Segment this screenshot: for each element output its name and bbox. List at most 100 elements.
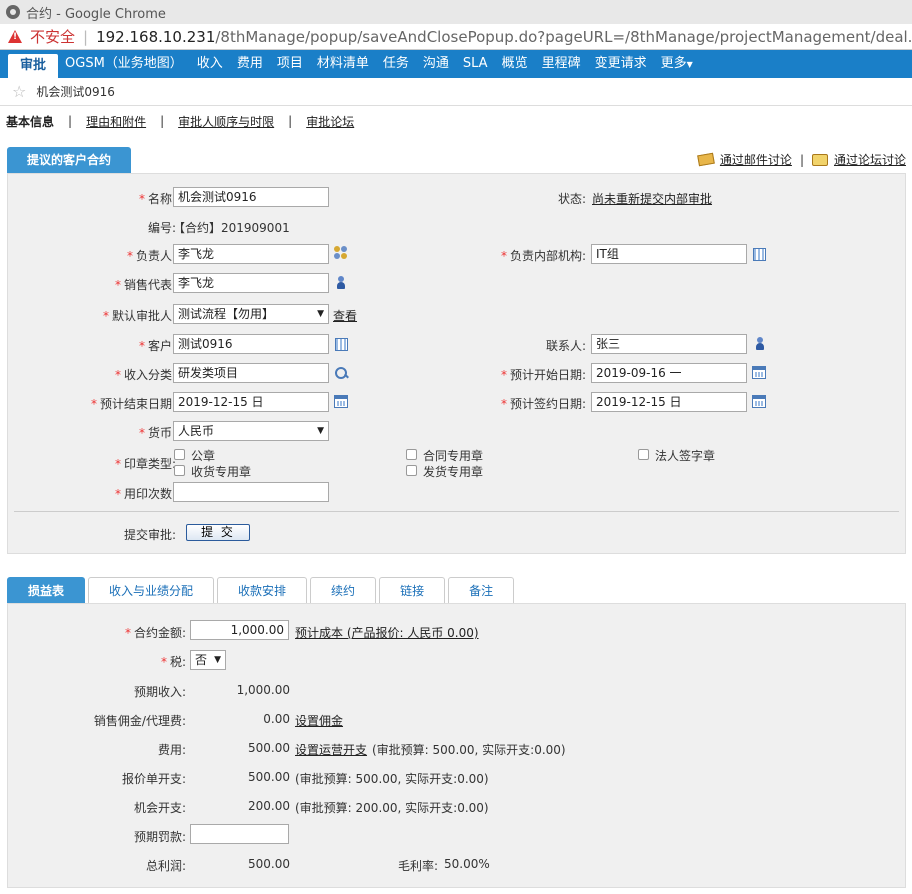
subnav-separator: |	[160, 114, 165, 128]
seal-receipt-label: 收货专用章	[191, 465, 252, 479]
name-label: * 名称:	[88, 190, 176, 207]
nav-item-overview[interactable]: 概览	[495, 50, 535, 78]
owner-input[interactable]: 李飞龙	[173, 244, 329, 264]
person-picker-icon[interactable]	[336, 276, 346, 290]
currency-select[interactable]: 人民币 ▼	[173, 421, 329, 441]
seal-shipping-checkbox[interactable]	[406, 465, 417, 476]
nav-item-task[interactable]: 任务	[376, 50, 416, 78]
view-approver-link[interactable]: 查看	[333, 307, 357, 324]
sign-date-input[interactable]: 2019-12-15 日	[591, 392, 747, 412]
tab-links[interactable]: 链接	[379, 577, 446, 603]
calendar-icon[interactable]	[752, 395, 766, 408]
browser-titlebar: 合约 - Google Chrome	[0, 0, 912, 24]
customer-picker-icon[interactable]	[335, 338, 348, 351]
approver-label-text: 默认审批人:	[111, 309, 176, 323]
nav-item-bom[interactable]: 材料清单	[310, 50, 376, 78]
owner-label-text: 负责人:	[135, 249, 176, 263]
tab-renewal[interactable]: 续约	[310, 577, 377, 603]
search-add-icon[interactable]	[335, 365, 350, 380]
tax-label-text: 税:	[169, 655, 186, 669]
nav-item-project[interactable]: 项目	[270, 50, 310, 78]
revcat-label-text: 收入分类:	[123, 368, 176, 382]
star-icon[interactable]: ☆	[12, 82, 26, 101]
revenue-value: 1,000.00	[236, 683, 290, 697]
seal-shipping-label: 发货专用章	[423, 465, 484, 479]
nav-item-sla[interactable]: SLA	[456, 50, 495, 78]
subnav-approval-forum[interactable]: 审批论坛	[306, 113, 354, 130]
amount-label: * 合约金额:	[88, 624, 186, 641]
nav-item-revenue[interactable]: 收入	[190, 50, 230, 78]
seal-type-label-text: 印章类型:	[123, 457, 176, 471]
dropdown-arrow-icon: ▼	[317, 426, 324, 436]
set-operating-expense-link[interactable]: 设置运营开支	[295, 741, 367, 758]
tab-proposed-contract[interactable]: 提议的客户合约	[7, 147, 132, 173]
start-date-input[interactable]: 2019-09-16 一	[591, 363, 747, 383]
contact-input[interactable]: 张三	[591, 334, 747, 354]
calendar-icon[interactable]	[334, 395, 348, 408]
gross-margin-value: 50.00%	[444, 857, 490, 871]
customer-label: * 客户:	[88, 337, 176, 354]
seal-contract-checkbox[interactable]	[406, 449, 417, 460]
owner-label: * 负责人:	[88, 247, 176, 264]
address-bar[interactable]: 不安全 | 192.168.10.231/8thManage/popup/sav…	[0, 24, 912, 50]
org-input[interactable]: IT组	[591, 244, 747, 264]
set-commission-link[interactable]: 设置佣金	[295, 712, 343, 729]
nav-item-milestone[interactable]: 里程碑	[535, 50, 588, 78]
required-mark: *	[138, 426, 145, 440]
security-label[interactable]: 不安全	[30, 26, 75, 47]
nav-item-ogsm[interactable]: OGSM（业务地图）	[58, 50, 190, 78]
approver-label: * 默认审批人:	[68, 307, 176, 324]
approver-select[interactable]: 测试流程【勿用】 ▼	[173, 304, 329, 324]
end-date-input[interactable]: 2019-12-15 日	[173, 392, 329, 412]
contact-picker-icon[interactable]	[755, 337, 765, 351]
url-text[interactable]: 192.168.10.231/8thManage/popup/saveAndCl…	[96, 28, 912, 46]
required-mark: *	[160, 655, 167, 669]
org-picker-icon[interactable]	[753, 248, 766, 261]
start-date-label-text: 预计开始日期:	[509, 368, 586, 382]
status-link[interactable]: 尚未重新提交内部审批	[592, 190, 712, 207]
seal-count-input[interactable]	[173, 482, 329, 502]
forum-icon	[811, 153, 828, 166]
submit-label: 提交审批:	[123, 528, 176, 542]
name-input[interactable]: 机会测试0916	[173, 187, 329, 207]
discuss-by-forum-link[interactable]: 通过论坛讨论	[834, 151, 906, 168]
seal-legal-rep-checkbox[interactable]	[638, 449, 649, 460]
tab-revenue-allocation[interactable]: 收入与业绩分配	[88, 577, 215, 603]
required-mark: *	[126, 249, 133, 263]
nav-item-more[interactable]: 更多▼	[654, 50, 700, 78]
tab-payment-schedule[interactable]: 收款安排	[217, 577, 308, 603]
nav-item-communication[interactable]: 沟通	[416, 50, 456, 78]
amount-input[interactable]: 1,000.00	[190, 620, 289, 640]
tax-select[interactable]: 否 ▼	[190, 650, 226, 670]
required-mark: *	[114, 457, 121, 471]
discuss-separator: |	[799, 152, 804, 167]
subnav-reason-attachments[interactable]: 理由和附件	[86, 113, 146, 130]
amount-label-text: 合约金额:	[133, 626, 186, 640]
nav-item-approval[interactable]: 审批	[8, 54, 59, 78]
estimated-cost-link[interactable]: 预计成本 (产品报价: 人民币 0.00)	[295, 624, 479, 641]
discuss-by-mail-link[interactable]: 通过邮件讨论	[720, 151, 792, 168]
subnav-approver-order[interactable]: 审批人顺序与时限	[178, 113, 274, 130]
revcat-input[interactable]: 研发类项目	[173, 363, 329, 383]
quote-expense-value: 500.00	[248, 770, 290, 784]
seal-type-label: * 印章类型:	[88, 455, 176, 472]
submit-button[interactable]: 提 交	[186, 524, 250, 541]
calendar-icon[interactable]	[752, 366, 766, 379]
warning-icon	[8, 30, 22, 43]
tab-notes[interactable]: 备注	[448, 577, 515, 603]
nav-more-label: 更多	[660, 56, 687, 71]
sales-input[interactable]: 李飞龙	[173, 273, 329, 293]
expense-note: (审批预算: 500.00, 实际开支:0.00)	[372, 743, 566, 757]
subnav-basic-info[interactable]: 基本信息	[6, 113, 54, 130]
tax-selected: 否	[195, 653, 208, 667]
customer-input[interactable]: 测试0916	[173, 334, 329, 354]
nav-item-change-request[interactable]: 变更请求	[588, 50, 654, 78]
seal-official-checkbox[interactable]	[174, 449, 185, 460]
org-label: * 负责内部机构:	[478, 247, 586, 264]
penalty-input[interactable]	[190, 824, 289, 844]
seal-receipt-checkbox[interactable]	[174, 465, 185, 476]
revenue-label: 预期收入:	[133, 685, 186, 699]
tab-pnl[interactable]: 损益表	[7, 577, 86, 603]
people-picker-icon[interactable]	[334, 246, 348, 260]
nav-item-expense[interactable]: 费用	[230, 50, 270, 78]
